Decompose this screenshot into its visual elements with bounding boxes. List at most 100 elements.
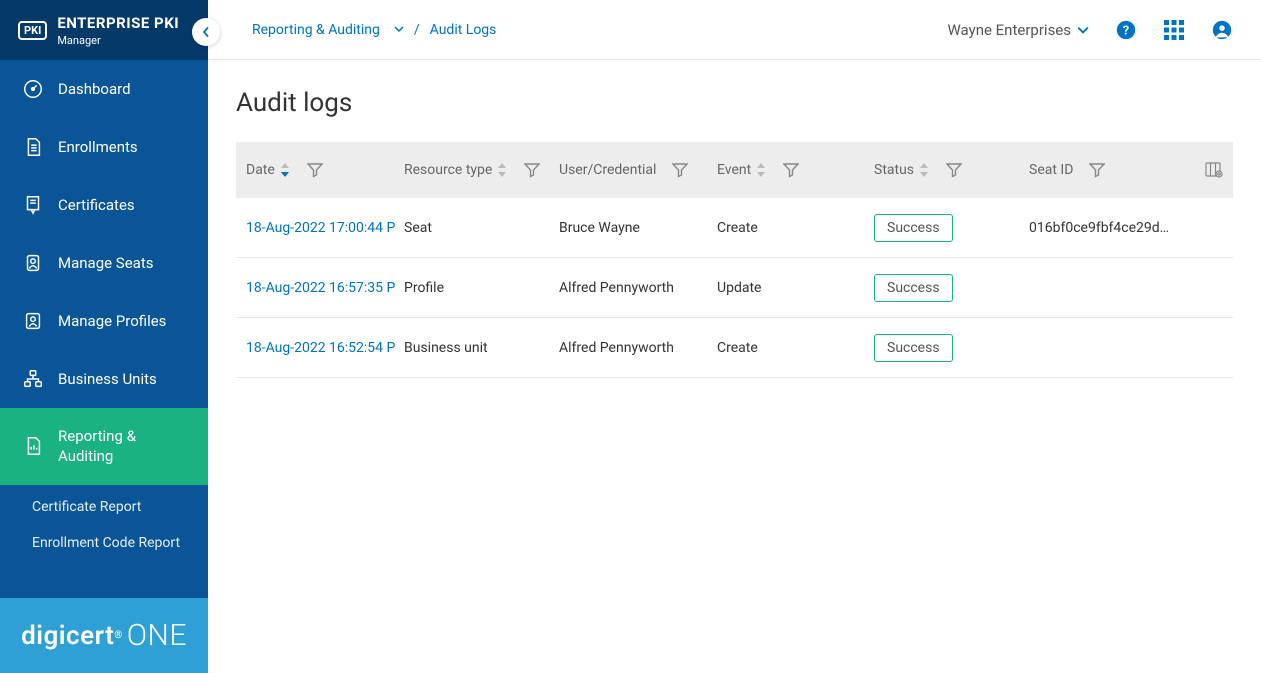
- main: Reporting & Auditing / Audit Logs Wayne …: [208, 0, 1261, 673]
- subnav-certificate-report[interactable]: Certificate Report: [0, 489, 208, 525]
- sidebar-item-label: Reporting & Auditing: [58, 426, 186, 467]
- svg-text:?: ?: [1123, 23, 1129, 38]
- column-header-resource-type[interactable]: Resource type: [404, 162, 559, 178]
- breadcrumb-current[interactable]: Audit Logs: [430, 22, 497, 38]
- column-header-seat-id[interactable]: Seat ID: [1029, 162, 1193, 178]
- table-row: 18-Aug-2022 17:00:44 P Seat Bruce Wayne …: [236, 198, 1233, 258]
- breadcrumb: Reporting & Auditing / Audit Logs: [252, 22, 496, 38]
- filter-icon[interactable]: [672, 162, 688, 178]
- column-label: Date: [246, 162, 275, 178]
- apps-button[interactable]: [1163, 19, 1185, 41]
- sidebar-item-label: Manage Seats: [58, 253, 153, 273]
- sidebar: PKI ENTERPRISE PKI Manager Dashboard Enr…: [0, 0, 208, 673]
- column-label: Event: [717, 162, 751, 178]
- column-settings-button[interactable]: [1193, 161, 1223, 179]
- breadcrumb-parent[interactable]: Reporting & Auditing: [252, 22, 380, 38]
- sidebar-header: PKI ENTERPRISE PKI Manager: [0, 0, 208, 60]
- sidebar-item-label: Dashboard: [58, 79, 131, 99]
- sidebar-item-manage-seats[interactable]: Manage Seats: [0, 234, 208, 292]
- sidebar-item-dashboard[interactable]: Dashboard: [0, 60, 208, 118]
- help-icon: ?: [1115, 19, 1137, 41]
- topbar-right: Wayne Enterprises ?: [947, 19, 1233, 41]
- sidebar-item-label: Enrollments: [58, 137, 138, 157]
- table-header-row: Date Resource type: [236, 142, 1233, 198]
- filter-icon[interactable]: [1089, 162, 1105, 178]
- help-button[interactable]: ?: [1115, 19, 1137, 41]
- cell-event: Update: [717, 280, 874, 296]
- chevron-down-icon: [1077, 24, 1089, 36]
- date-link[interactable]: 18-Aug-2022 16:57:35 P: [246, 280, 401, 296]
- column-header-event[interactable]: Event: [717, 162, 874, 178]
- breadcrumb-sep: /: [414, 22, 420, 38]
- subnav-enrollment-code-report[interactable]: Enrollment Code Report: [0, 525, 208, 561]
- cell-resource-type: Seat: [404, 220, 559, 236]
- sidebar-item-certificates[interactable]: Certificates: [0, 176, 208, 234]
- footer-brand-light: ONE: [127, 618, 187, 653]
- sort-icon[interactable]: [496, 163, 508, 177]
- document-icon: [22, 136, 44, 158]
- apps-grid-icon: [1164, 20, 1184, 40]
- sidebar-item-label: Certificates: [58, 195, 135, 215]
- filter-icon[interactable]: [524, 162, 540, 178]
- topbar: Reporting & Auditing / Audit Logs Wayne …: [208, 0, 1261, 60]
- tenant-name: Wayne Enterprises: [947, 21, 1071, 39]
- status-badge: Success: [874, 214, 953, 242]
- cell-event: Create: [717, 220, 874, 236]
- cell-user: Alfred Pennyworth: [559, 340, 717, 356]
- sidebar-item-reporting-auditing[interactable]: Reporting & Auditing: [0, 408, 208, 485]
- gauge-icon: [22, 78, 44, 100]
- report-icon: [22, 435, 44, 457]
- account-button[interactable]: [1211, 19, 1233, 41]
- seat-icon: [22, 252, 44, 274]
- filter-icon[interactable]: [307, 162, 323, 178]
- table-row: 18-Aug-2022 16:52:54 P Business unit Alf…: [236, 318, 1233, 378]
- sort-icon[interactable]: [755, 163, 767, 177]
- cell-resource-type: Business unit: [404, 340, 559, 356]
- product-subtitle: Manager: [57, 34, 179, 47]
- product-title: ENTERPRISE PKI: [57, 14, 179, 32]
- sidebar-subnav: Certificate Report Enrollment Code Repor…: [0, 485, 208, 571]
- sidebar-item-manage-profiles[interactable]: Manage Profiles: [0, 292, 208, 350]
- cell-user: Bruce Wayne: [559, 220, 717, 236]
- page-title: Audit logs: [236, 88, 1233, 118]
- column-label: Seat ID: [1029, 162, 1073, 178]
- content: Audit logs Date Resource type: [208, 60, 1261, 673]
- column-label: Status: [874, 162, 914, 178]
- sidebar-item-label: Manage Profiles: [58, 311, 166, 331]
- filter-icon[interactable]: [783, 162, 799, 178]
- date-link[interactable]: 18-Aug-2022 16:52:54 P: [246, 340, 401, 356]
- sidebar-item-business-units[interactable]: Business Units: [0, 350, 208, 408]
- sidebar-item-label: Business Units: [58, 369, 157, 389]
- sort-icon[interactable]: [279, 163, 291, 177]
- profile-icon: [22, 310, 44, 332]
- sort-icon[interactable]: [918, 163, 930, 177]
- cell-resource-type: Profile: [404, 280, 559, 296]
- column-header-date[interactable]: Date: [246, 162, 404, 178]
- column-header-user[interactable]: User/Credential: [559, 162, 717, 178]
- status-badge: Success: [874, 334, 953, 362]
- sidebar-item-enrollments[interactable]: Enrollments: [0, 118, 208, 176]
- chevron-down-icon[interactable]: [394, 22, 404, 38]
- audit-log-table: Date Resource type: [236, 142, 1233, 378]
- footer-brand-bold: digicert: [21, 621, 114, 651]
- cell-seat-id: 016bf0ce9fbf4ce29d…: [1029, 220, 1193, 236]
- status-badge: Success: [874, 274, 953, 302]
- column-label: User/Credential: [559, 162, 656, 178]
- certificate-icon: [22, 194, 44, 216]
- filter-icon[interactable]: [946, 162, 962, 178]
- sidebar-nav[interactable]: Dashboard Enrollments Certificates Manag…: [0, 60, 208, 598]
- sidebar-footer-brand: digicert®ONE: [0, 598, 208, 673]
- sidebar-collapse-button[interactable]: [192, 18, 220, 46]
- tenant-selector[interactable]: Wayne Enterprises: [947, 21, 1089, 39]
- column-header-status[interactable]: Status: [874, 162, 1029, 178]
- table-row: 18-Aug-2022 16:57:35 P Profile Alfred Pe…: [236, 258, 1233, 318]
- logo-badge: PKI: [18, 21, 47, 40]
- columns-gear-icon: [1205, 161, 1223, 179]
- cell-user: Alfred Pennyworth: [559, 280, 717, 296]
- user-circle-icon: [1211, 19, 1233, 41]
- column-label: Resource type: [404, 162, 492, 178]
- date-link[interactable]: 18-Aug-2022 17:00:44 P: [246, 220, 401, 236]
- chevron-left-icon: [201, 27, 211, 37]
- org-icon: [22, 368, 44, 390]
- cell-event: Create: [717, 340, 874, 356]
